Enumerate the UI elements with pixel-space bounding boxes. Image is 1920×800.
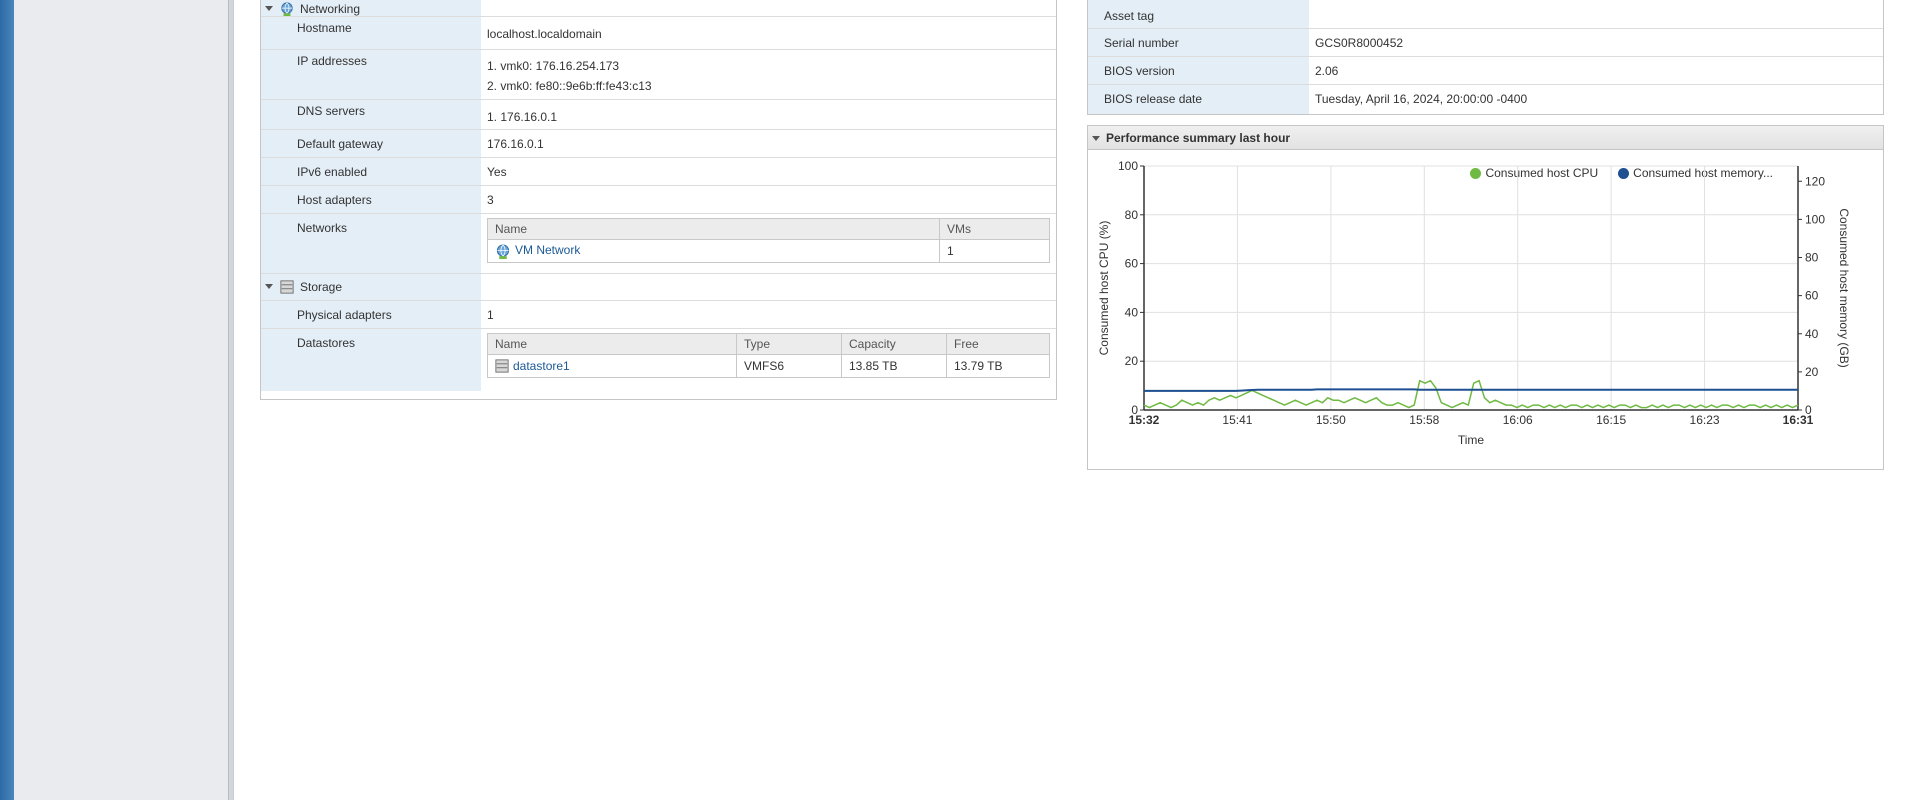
datastores-label: Datastores — [261, 329, 481, 391]
ipv6-enabled-row: IPv6 enabled Yes — [261, 158, 1056, 186]
network-globe-icon — [281, 2, 293, 16]
default-gateway-value: 176.16.0.1 — [487, 137, 544, 151]
datastore1-capacity: 13.85 TB — [841, 354, 947, 378]
bios-release-date-row: BIOS release date Tuesday, April 16, 202… — [1088, 85, 1883, 114]
y-left-tick-label: 100 — [1118, 159, 1138, 173]
ipv6-enabled-value: Yes — [487, 165, 507, 179]
asset-tag-label: Asset tag — [1088, 0, 1309, 28]
x-axis-label: Time — [1458, 433, 1485, 447]
y-left-axis-label: Consumed host CPU (%) — [1097, 221, 1111, 356]
networks-table: Name VMs VM Network 1 — [487, 218, 1050, 263]
performance-panel: Performance summary last hour Consumed h… — [1087, 125, 1884, 470]
x-tick-label: 15:41 — [1222, 413, 1252, 427]
performance-chart: 15:32 15:41 15:50 15:58 16:06 16:15 16:23 16:31… — [1097, 159, 1851, 447]
x-tick-label: 16:23 — [1690, 413, 1720, 427]
datastores-col-name[interactable]: Name — [487, 333, 737, 355]
y-left-tick-label: 20 — [1125, 354, 1139, 368]
default-gateway-row: Default gateway 176.16.0.1 — [261, 130, 1056, 158]
default-gateway-label: Default gateway — [261, 130, 481, 157]
x-tick-label: 15:58 — [1409, 413, 1439, 427]
datastore1-free: 13.79 TB — [954, 359, 1003, 373]
storage-section-header[interactable]: Storage — [261, 274, 1056, 301]
ip-addresses-row: IP addresses 1. vmk0: 176.16.254.173 2. … — [261, 50, 1056, 100]
collapse-caret-icon[interactable] — [265, 6, 273, 11]
vm-network-vms: 1 — [947, 244, 954, 258]
performance-panel-title: Performance summary last hour — [1106, 130, 1291, 145]
cpu-series-line — [1143, 379, 1799, 409]
bios-version-row: BIOS version 2.06 — [1088, 57, 1883, 85]
datastore1-type: VMFS6 — [736, 354, 842, 378]
y-left-tick-label: 60 — [1125, 257, 1139, 271]
host-adapters-row: Host adapters 3 — [261, 186, 1056, 214]
networks-col-name[interactable]: Name — [487, 218, 940, 240]
datastores-col-capacity[interactable]: Capacity — [841, 333, 947, 355]
bios-version-label: BIOS version — [1088, 57, 1309, 84]
ip-addresses-label: IP addresses — [261, 50, 481, 99]
hostname-label: Hostname — [261, 17, 481, 49]
configuration-panel: Networking Hostname localhost.localdomai… — [260, 0, 1057, 400]
dns-servers-label: DNS servers — [261, 100, 481, 129]
y-right-axis-label: Consumed host memory (GB) — [1837, 208, 1851, 367]
physical-adapters-row: Physical adapters 1 — [261, 301, 1056, 329]
y-right-tick-label: 100 — [1805, 212, 1825, 226]
datastores-col-free[interactable]: Free — [946, 333, 1050, 355]
bios-release-date-value: Tuesday, April 16, 2024, 20:00:00 -0400 — [1315, 92, 1528, 106]
dns-servers-value: 1. 176.16.0.1 — [487, 110, 558, 124]
y-right-tick-label: 120 — [1805, 174, 1825, 188]
y-left-tick-label: 40 — [1125, 305, 1139, 319]
networking-section-label: Networking — [300, 2, 361, 16]
network-globe-icon — [496, 244, 510, 259]
ip-address-1: 1. vmk0: 176.16.254.173 — [487, 59, 620, 73]
y-right-tick-label: 20 — [1805, 365, 1819, 379]
navigator-sidebar — [14, 0, 234, 800]
storage-section-label: Storage — [300, 280, 343, 294]
x-tick-label: 15:50 — [1316, 413, 1346, 427]
ip-address-2: 2. vmk0: fe80::9e6b:ff:fe43:c13 — [487, 79, 652, 93]
dns-servers-row: DNS servers 1. 176.16.0.1 — [261, 100, 1056, 130]
ipv6-enabled-label: IPv6 enabled — [261, 158, 481, 185]
hostname-row: Hostname localhost.localdomain — [261, 17, 1056, 50]
serial-number-value: GCS0R8000452 — [1315, 36, 1404, 50]
networks-row: Networks Name VMs VM Network 1 — [261, 214, 1056, 274]
physical-adapters-value: 1 — [487, 308, 494, 322]
x-tick-label: 16:15 — [1596, 413, 1626, 427]
host-adapters-label: Host adapters — [261, 186, 481, 213]
datastores-col-type[interactable]: Type — [736, 333, 842, 355]
bios-release-date-label: BIOS release date — [1088, 85, 1309, 114]
table-row: VM Network 1 — [487, 239, 1050, 263]
window-left-edge — [0, 0, 14, 800]
table-row: datastore1 VMFS6 13.85 TB 13.79 TB — [487, 354, 1050, 378]
networks-col-vms[interactable]: VMs — [939, 218, 1050, 240]
hostname-value: localhost.localdomain — [487, 27, 602, 41]
host-adapters-value: 3 — [487, 193, 494, 207]
datastore1-link[interactable]: datastore1 — [513, 359, 570, 373]
networks-label: Networks — [261, 214, 481, 273]
serial-number-row: Serial number GCS0R8000452 — [1088, 29, 1883, 57]
networking-section-header[interactable]: Networking — [261, 0, 1056, 17]
y-right-tick-label: 40 — [1805, 327, 1819, 341]
memory-series-line — [1144, 388, 1798, 392]
serial-number-label: Serial number — [1088, 29, 1309, 56]
datastores-table: Name Type Capacity Free datastore1 VMFS6 — [487, 333, 1050, 378]
vm-network-link[interactable]: VM Network — [515, 243, 580, 257]
hardware-panel: Asset tag Serial number GCS0R8000452 BIO… — [1087, 0, 1884, 115]
storage-disk-icon — [280, 280, 294, 294]
bios-version-value: 2.06 — [1315, 64, 1339, 78]
datastores-row: Datastores Name Type Capacity Free datas — [261, 329, 1056, 391]
collapse-caret-icon[interactable] — [265, 284, 273, 289]
y-left-tick-label: 0 — [1131, 403, 1138, 417]
asset-tag-value — [1309, 0, 1883, 28]
asset-tag-row: Asset tag — [1088, 0, 1883, 29]
y-right-tick-label: 60 — [1805, 289, 1819, 303]
physical-adapters-label: Physical adapters — [261, 301, 481, 328]
collapse-caret-icon[interactable] — [1092, 135, 1100, 141]
x-tick-label: 16:06 — [1503, 413, 1533, 427]
y-right-tick-label: 0 — [1805, 403, 1812, 417]
y-right-tick-label: 80 — [1805, 251, 1819, 265]
performance-panel-header[interactable]: Performance summary last hour — [1088, 126, 1883, 150]
y-left-tick-label: 80 — [1125, 208, 1139, 222]
datastore-icon — [495, 359, 509, 373]
